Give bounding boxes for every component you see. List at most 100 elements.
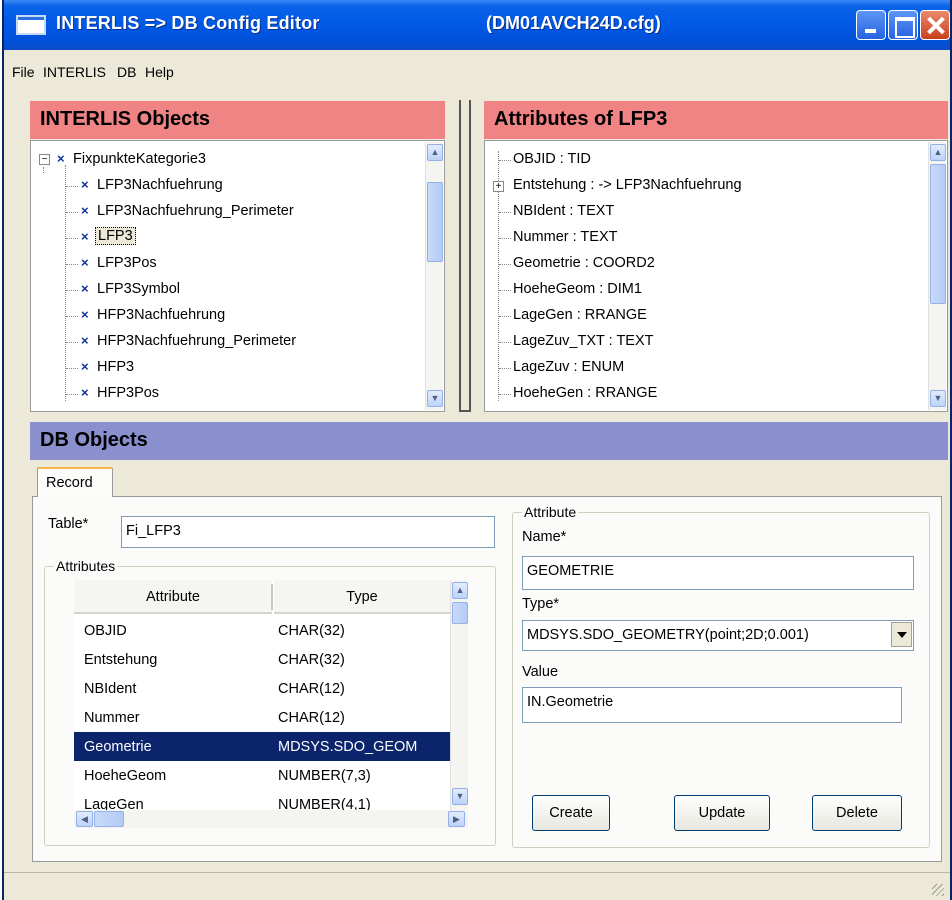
expand-icon[interactable]: +	[493, 181, 504, 192]
menu-interlis[interactable]: INTERLIS	[43, 64, 106, 80]
name-input[interactable]: GEOMETRIE	[522, 556, 914, 590]
tree-node-label: LFP3Nachfuehrung_Perimeter	[97, 203, 294, 219]
tree-node-label: HFP3Pos	[97, 385, 160, 401]
scroll-down-icon[interactable]: ▼	[452, 788, 468, 805]
table-row[interactable]: OBJID CHAR(32)	[74, 616, 450, 645]
resize-grip-icon[interactable]	[932, 884, 944, 896]
value-label: Value	[522, 664, 559, 680]
db-objects-header: DB Objects	[30, 422, 948, 460]
type-select[interactable]: MDSYS.SDO_GEOMETRY(point;2D;0.001)	[522, 620, 914, 651]
attributes-tree: OBJID : TID + Entstehung : -> LFP3Nachfu…	[484, 140, 948, 412]
cell-type: CHAR(12)	[278, 710, 345, 726]
menu-db[interactable]: DB	[117, 64, 136, 80]
table-input[interactable]: Fi_LFP3	[121, 516, 495, 548]
scroll-right-icon[interactable]: ▶	[448, 811, 465, 827]
tree-node-label: LFP3Nachfuehrung	[97, 177, 223, 193]
attribute-node-label: Entstehung : -> LFP3Nachfuehrung	[513, 177, 742, 193]
table-row[interactable]: LageGen NUMBER(4,1)	[74, 790, 450, 810]
attributes-tree-scrollbar[interactable]: ▲ ▼	[928, 142, 946, 410]
class-icon: ×	[81, 385, 89, 400]
attributes-table-hscrollbar[interactable]: ◀ ▶	[74, 810, 468, 828]
window-title: INTERLIS => DB Config Editor	[56, 13, 320, 33]
tree-node-label: LFP3	[95, 227, 136, 245]
tree-node-label: HFP3Nachfuehrung	[97, 307, 226, 323]
attribute-node-label: LageZuv_TXT : TEXT	[513, 333, 654, 349]
class-icon: ×	[81, 177, 89, 192]
create-button[interactable]: Create	[532, 795, 610, 831]
cell-attribute: LageGen	[84, 797, 144, 810]
app-window: INTERLIS => DB Config Editor (DM01AVCH24…	[2, 0, 952, 900]
name-label: Name*	[522, 529, 567, 545]
cell-type: CHAR(12)	[278, 681, 345, 697]
tree-node-label: LFP3Pos	[97, 255, 157, 271]
attribute-node-label: HoeheGeom : DIM1	[513, 281, 642, 297]
tree-node-label: HFP3	[97, 359, 135, 375]
minimize-button[interactable]	[856, 10, 886, 40]
column-header-type[interactable]: Type	[274, 580, 450, 614]
table-row[interactable]: Entstehung CHAR(32)	[74, 645, 450, 674]
interlis-tree-scrollbar[interactable]: ▲ ▼	[425, 142, 443, 410]
attribute-node-label: HoeheGen : RRANGE	[513, 385, 658, 401]
table-row-selected[interactable]: Geometrie MDSYS.SDO_GEOM	[74, 732, 450, 761]
tree-node-label: HFP3Nachfuehrung_Perimeter	[97, 333, 297, 349]
interlis-objects-header: INTERLIS Objects	[30, 101, 445, 139]
class-icon: ×	[57, 151, 65, 166]
attributes-header: Attributes of LFP3	[484, 101, 948, 139]
cell-attribute: Entstehung	[84, 652, 158, 668]
table-label: Table*	[48, 516, 89, 532]
table-row[interactable]: NBIdent CHAR(12)	[74, 674, 450, 703]
attribute-group-label: Attribute	[522, 504, 579, 520]
menu-file[interactable]: File	[12, 64, 35, 80]
cell-attribute: OBJID	[84, 623, 127, 639]
cell-type: MDSYS.SDO_GEOM	[278, 739, 418, 755]
attribute-node-label: Geometrie : COORD2	[513, 255, 655, 271]
cell-attribute: HoeheGeom	[84, 768, 167, 784]
window-filename: (DM01AVCH24D.cfg)	[486, 13, 661, 33]
attribute-node-label: OBJID : TID	[513, 151, 591, 167]
maximize-button[interactable]	[888, 10, 918, 40]
table-row[interactable]: HoeheGeom NUMBER(7,3)	[74, 761, 450, 790]
menu-help[interactable]: Help	[145, 64, 174, 80]
scroll-thumb[interactable]	[452, 602, 468, 624]
tab-record[interactable]: Record	[37, 467, 113, 497]
cell-type: CHAR(32)	[278, 623, 345, 639]
title-bar[interactable]: INTERLIS => DB Config Editor (DM01AVCH24…	[4, 0, 950, 50]
dropdown-arrow-icon[interactable]	[891, 622, 912, 647]
scroll-up-icon[interactable]: ▲	[930, 144, 946, 161]
value-input[interactable]: IN.Geometrie	[522, 687, 902, 723]
tree-node-label: LFP3Symbol	[97, 281, 181, 297]
delete-button[interactable]: Delete	[812, 795, 902, 831]
interlis-objects-tree: − × FixpunkteKategorie3 × LFP3Nachfuehru…	[30, 140, 445, 412]
attribute-node-label: NBIdent : TEXT	[513, 203, 615, 219]
column-header-attribute[interactable]: Attribute	[74, 580, 272, 614]
menu-bar: File INTERLIS DB Help	[4, 52, 950, 80]
tree-node-label: FixpunkteKategorie3	[73, 151, 206, 167]
table-row[interactable]: Nummer CHAR(12)	[74, 703, 450, 732]
scroll-thumb[interactable]	[427, 182, 443, 262]
scroll-left-icon[interactable]: ◀	[76, 811, 93, 827]
attribute-node-label: Nummer : TEXT	[513, 229, 618, 245]
update-button[interactable]: Update	[674, 795, 770, 831]
cell-attribute: NBIdent	[84, 681, 137, 697]
cell-type: NUMBER(7,3)	[278, 768, 371, 784]
cell-type: NUMBER(4,1)	[278, 797, 371, 810]
class-icon: ×	[81, 307, 89, 322]
cell-attribute: Nummer	[84, 710, 140, 726]
attribute-node-label: LageZuv : ENUM	[513, 359, 625, 375]
attributes-table-vscrollbar[interactable]: ▲ ▼	[450, 580, 468, 810]
collapse-icon[interactable]: −	[39, 154, 50, 165]
scroll-up-icon[interactable]: ▲	[427, 144, 443, 161]
vertical-splitter[interactable]	[459, 100, 471, 412]
scroll-down-icon[interactable]: ▼	[427, 390, 443, 407]
class-icon: ×	[81, 333, 89, 348]
close-button[interactable]	[920, 10, 950, 40]
class-icon: ×	[81, 255, 89, 270]
scroll-up-icon[interactable]: ▲	[452, 582, 468, 599]
attributes-table: Attribute Type OBJID CHAR(32) Entstehung…	[74, 580, 450, 810]
scroll-thumb[interactable]	[930, 164, 946, 304]
scroll-down-icon[interactable]: ▼	[930, 390, 946, 407]
scroll-thumb[interactable]	[94, 811, 124, 827]
class-icon: ×	[81, 203, 89, 218]
status-bar	[4, 872, 950, 900]
cell-type: CHAR(32)	[278, 652, 345, 668]
